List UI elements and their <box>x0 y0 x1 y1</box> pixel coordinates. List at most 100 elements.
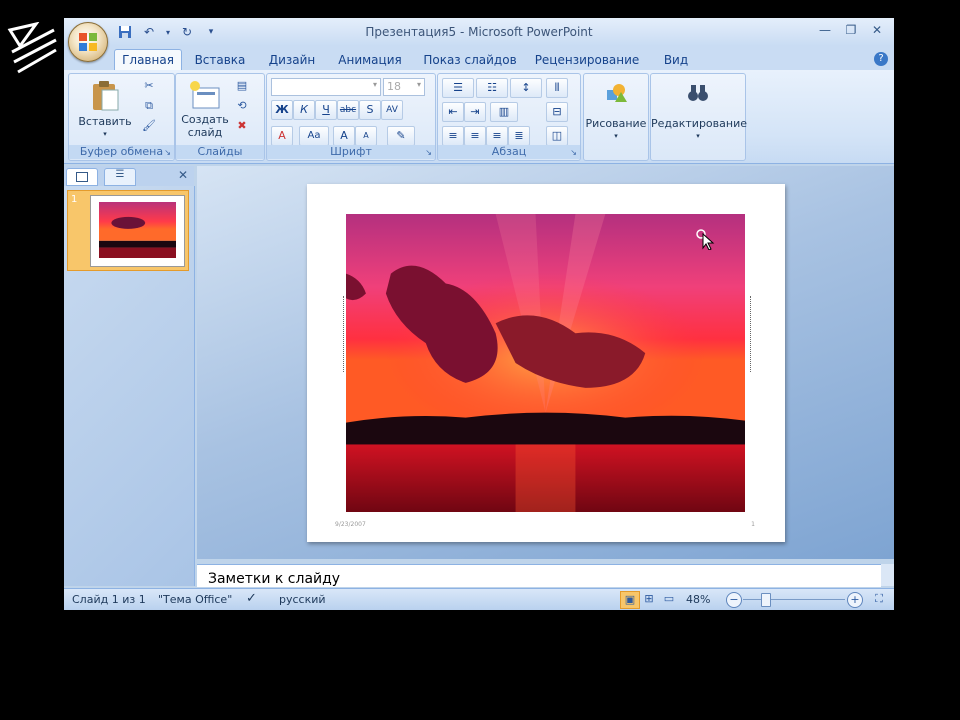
cut-icon[interactable]: ✂ <box>141 78 157 94</box>
tab-design[interactable]: Дизайн <box>262 50 322 70</box>
underline-button[interactable]: Ч <box>315 100 337 120</box>
slides-pane: 1 <box>64 186 195 586</box>
increase-indent-icon[interactable]: ⇥ <box>464 102 486 122</box>
text-direction-icon[interactable]: ⫴ <box>546 78 568 98</box>
font-size-combo[interactable]: 18 ▾ <box>383 78 425 96</box>
slide-date: 9/23/2007 <box>335 521 366 528</box>
drawing-button[interactable]: Рисование ▾ <box>584 82 648 143</box>
group-clipboard: Вставить ▾ ✂ ⧉ 🖌 Буфер обмена ↘ <box>68 73 175 161</box>
grow-font-button[interactable]: A <box>333 126 355 146</box>
slides-tab-icon <box>76 172 88 182</box>
tab-home[interactable]: Главная <box>114 49 182 71</box>
mouse-cursor-icon <box>696 229 715 250</box>
font-color-button[interactable]: A <box>271 126 293 146</box>
font-name-dropdown-icon: ▾ <box>372 80 377 89</box>
bold-button[interactable]: Ж <box>271 100 293 120</box>
paste-button[interactable]: Вставить ▾ <box>77 80 133 141</box>
tab-slides-pane[interactable] <box>66 168 98 186</box>
editing-button[interactable]: Редактирование ▾ <box>651 82 747 143</box>
clear-formatting-icon[interactable]: ✎ <box>387 126 415 146</box>
char-spacing-button[interactable]: AV <box>381 100 403 120</box>
ribbon-tabs: Главная Вставка Дизайн Анимация Показ сл… <box>64 46 894 71</box>
tab-review[interactable]: Рецензирование <box>532 50 642 70</box>
justify-icon[interactable]: ≣ <box>508 126 530 146</box>
reset-icon[interactable]: ⟲ <box>234 98 250 114</box>
maximize-icon[interactable]: ❐ <box>840 22 862 38</box>
paste-label: Вставить <box>78 115 132 128</box>
slide-number: 1 <box>751 521 755 528</box>
slide-editor: 9/23/2007 1 <box>197 166 894 559</box>
zoom-slider-thumb[interactable] <box>761 593 771 607</box>
zoom-in-button[interactable]: + <box>847 592 863 608</box>
minimize-icon[interactable]: — <box>814 22 836 38</box>
powerpoint-window: ↶ ▾ ↻ ▾ Презентация5 - Microsoft PowerPo… <box>64 18 894 610</box>
spellcheck-icon[interactable]: ✓ <box>246 591 257 606</box>
thumbnail-slide <box>90 195 185 267</box>
font-group-label: Шрифт <box>267 145 435 159</box>
tab-animation[interactable]: Анимация <box>332 50 408 70</box>
normal-view-icon[interactable]: ▣ <box>620 591 640 609</box>
paste-icon <box>93 81 119 111</box>
layout-icon[interactable]: ▤ <box>234 78 250 94</box>
slide-sorter-view-icon[interactable]: ⊞ <box>640 591 658 607</box>
line-spacing-icon[interactable]: ↕ <box>510 78 542 98</box>
clipboard-launcher-icon[interactable]: ↘ <box>164 148 171 157</box>
drawing-dropdown-icon: ▾ <box>614 132 618 140</box>
slide-canvas[interactable]: 9/23/2007 1 <box>307 184 785 542</box>
sunset-picture[interactable] <box>346 214 745 512</box>
group-paragraph: ☰ ☷ ↕ ⫴ ⇤ ⇥ ▥ ⊟ ≡ ≡ ≡ ≣ ◫ Абзац ↘ <box>437 73 581 161</box>
slideshow-view-icon[interactable]: ▭ <box>660 591 678 607</box>
font-size-dropdown-icon: ▾ <box>416 80 421 89</box>
slide-counter: Слайд 1 из 1 <box>72 593 146 606</box>
slide-thumbnail[interactable]: 1 <box>67 190 189 271</box>
delete-slide-icon[interactable]: ✖ <box>234 118 250 134</box>
numbering-icon[interactable]: ☷ <box>476 78 508 98</box>
pane-close-icon[interactable]: ✕ <box>178 168 188 182</box>
group-editing: Редактирование ▾ <box>650 73 747 161</box>
shrink-font-button[interactable]: A <box>355 126 377 146</box>
align-left-icon[interactable]: ≡ <box>442 126 464 146</box>
close-icon[interactable]: ✕ <box>866 22 888 38</box>
strikethrough-button[interactable]: abc <box>337 100 359 120</box>
thumbnail-sunset-image <box>99 202 176 258</box>
font-name-combo[interactable]: ▾ <box>271 78 381 96</box>
smartart-icon[interactable]: ◫ <box>546 126 568 146</box>
help-icon[interactable]: ? <box>874 52 888 66</box>
tab-insert[interactable]: Вставка <box>188 50 252 70</box>
thumbnail-number: 1 <box>71 194 78 205</box>
italic-button[interactable]: К <box>293 100 315 120</box>
tab-slideshow[interactable]: Показ слайдов <box>420 50 520 70</box>
align-center-icon[interactable]: ≡ <box>464 126 486 146</box>
theme-name[interactable]: "Тема Office" <box>158 593 232 606</box>
format-painter-icon[interactable]: 🖌 <box>141 118 157 134</box>
shadow-button[interactable]: S <box>359 100 381 120</box>
align-right-icon[interactable]: ≡ <box>486 126 508 146</box>
zoom-out-button[interactable]: − <box>726 592 742 608</box>
change-case-button[interactable]: Aa <box>299 126 329 146</box>
align-text-icon[interactable]: ⊟ <box>546 102 568 122</box>
notes-scrollbar[interactable] <box>881 564 894 586</box>
new-slide-button[interactable]: Создать слайд <box>180 80 230 139</box>
new-slide-icon <box>190 81 220 109</box>
tab-view[interactable]: Вид <box>656 50 696 70</box>
fit-to-window-icon[interactable]: ⛶ <box>870 591 888 607</box>
decrease-indent-icon[interactable]: ⇤ <box>442 102 464 122</box>
notes-pane[interactable]: Заметки к слайду <box>197 564 881 587</box>
drawing-label: Рисование <box>585 117 647 130</box>
font-size-value: 18 <box>387 80 401 93</box>
font-launcher-icon[interactable]: ↘ <box>425 148 432 157</box>
bullets-icon[interactable]: ☰ <box>442 78 474 98</box>
copy-icon[interactable]: ⧉ <box>141 98 157 114</box>
title-bar: ↶ ▾ ↻ ▾ Презентация5 - Microsoft PowerPo… <box>64 18 894 46</box>
zoom-slider-track[interactable] <box>743 599 845 600</box>
office-button[interactable] <box>68 22 108 62</box>
window-title: Презентация5 - Microsoft PowerPoint <box>365 25 593 39</box>
columns-icon[interactable]: ▥ <box>490 102 518 122</box>
language[interactable]: русский <box>279 593 326 606</box>
paragraph-group-label: Абзац <box>438 145 580 159</box>
paragraph-launcher-icon[interactable]: ↘ <box>570 148 577 157</box>
zoom-level[interactable]: 48% <box>686 593 710 606</box>
outline-tab-icon: ☰ <box>115 169 125 180</box>
tab-outline-pane[interactable]: ☰ <box>104 168 136 186</box>
new-slide-label: Создать слайд <box>181 113 229 139</box>
